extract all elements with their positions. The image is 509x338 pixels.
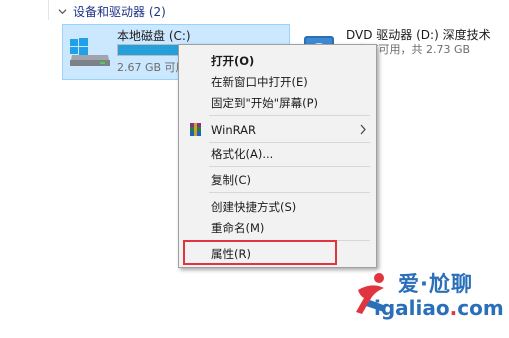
menu-item-open[interactable]: 打开(O) — [180, 50, 375, 71]
menu-item-create-shortcut[interactable]: 创建快捷方式(S) — [180, 196, 375, 217]
menu-item-open-new-window[interactable]: 在新窗口中打开(E) — [180, 71, 375, 92]
watermark-url-tld: com — [457, 296, 504, 320]
menu-separator — [209, 166, 370, 167]
menu-item-copy[interactable]: 复制(C) — [180, 169, 375, 190]
drive-c-name: 本地磁盘 (C:) — [117, 29, 191, 43]
menu-item-winrar[interactable]: WinRAR — [180, 119, 375, 140]
devices-group-header[interactable]: 设备和驱动器 (2) — [58, 2, 166, 20]
hard-drive-icon — [70, 38, 110, 66]
submenu-arrow-icon — [360, 124, 366, 135]
menu-item-create-shortcut-label: 创建快捷方式(S) — [211, 199, 297, 214]
watermark-brand: 爱·尬聊 — [398, 272, 473, 296]
watermark-url: igaliao.com — [374, 296, 504, 320]
menu-separator — [209, 192, 370, 193]
menu-item-format[interactable]: 格式化(A)... — [180, 143, 375, 164]
devices-group-title: 设备和驱动器 (2) — [73, 4, 166, 19]
menu-item-winrar-label: WinRAR — [211, 122, 256, 137]
menu-item-pin-to-start-label: 固定到"开始"屏幕(P) — [211, 95, 318, 110]
context-menu: 打开(O) 在新窗口中打开(E) 固定到"开始"屏幕(P) WinRAR 格式化… — [178, 44, 377, 268]
watermark-logo: 爱·尬聊 igaliao.com — [348, 266, 509, 338]
menu-item-open-label: 打开(O) — [211, 53, 255, 68]
winrar-icon — [190, 123, 201, 136]
watermark-url-main: igaliao — [374, 296, 450, 320]
navigation-pane-border — [48, 0, 49, 20]
menu-separator — [209, 115, 370, 116]
menu-item-format-label: 格式化(A)... — [211, 146, 274, 161]
menu-item-rename-label: 重命名(M) — [211, 220, 265, 235]
menu-item-pin-to-start[interactable]: 固定到"开始"屏幕(P) — [180, 92, 375, 113]
drive-c-free-space: 2.67 GB 可用 — [117, 61, 187, 74]
chevron-down-icon — [58, 8, 67, 14]
menu-item-open-new-window-label: 在新窗口中打开(E) — [211, 74, 308, 89]
menu-item-rename[interactable]: 重命名(M) — [180, 217, 375, 238]
properties-highlight-box — [183, 240, 337, 265]
menu-item-copy-label: 复制(C) — [211, 172, 252, 187]
